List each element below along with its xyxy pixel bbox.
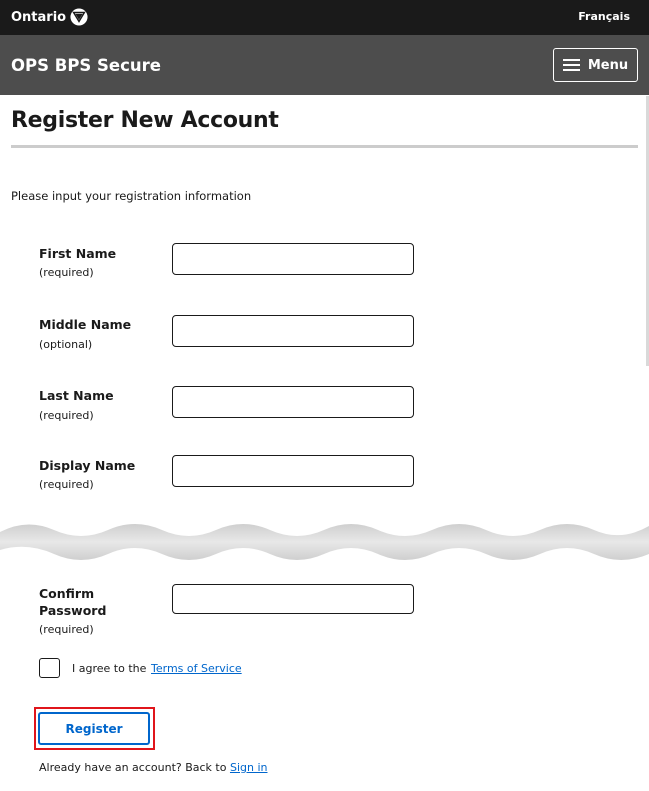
terms-of-service-link[interactable]: Terms of Service — [151, 662, 242, 675]
confirm-password-label-line2: Password — [39, 603, 107, 618]
content-break-separator — [0, 524, 649, 560]
menu-button[interactable]: Menu — [553, 48, 638, 82]
signin-prompt: Already have an account? Back to Sign in — [39, 761, 268, 774]
display-name-input[interactable] — [172, 455, 414, 487]
agree-terms-checkbox[interactable] — [39, 658, 60, 678]
app-header: OPS BPS Secure Menu — [0, 35, 649, 95]
signin-prompt-text: Already have an account? Back to — [39, 761, 227, 774]
confirm-password-hint: (required) — [39, 623, 94, 636]
intro-text: Please input your registration informati… — [11, 189, 252, 203]
first-name-label: First Name — [39, 246, 117, 261]
app-title: OPS BPS Secure — [11, 56, 161, 75]
ontario-trillium-icon — [70, 8, 88, 26]
page-title: Register New Account — [11, 108, 279, 133]
ontario-logo[interactable]: Ontario — [11, 8, 88, 26]
title-divider — [11, 145, 638, 148]
logo-text: Ontario — [11, 9, 67, 25]
middle-name-hint: (optional) — [39, 338, 93, 351]
first-name-input[interactable] — [172, 243, 414, 275]
sign-in-link[interactable]: Sign in — [230, 761, 268, 774]
first-name-hint: (required) — [39, 266, 94, 279]
hamburger-icon — [562, 59, 580, 71]
display-name-hint: (required) — [39, 478, 94, 491]
last-name-input[interactable] — [172, 386, 414, 418]
menu-label: Menu — [587, 57, 629, 73]
last-name-hint: (required) — [39, 409, 94, 422]
middle-name-label: Middle Name — [39, 317, 132, 332]
register-button[interactable]: Register — [38, 712, 150, 745]
middle-name-input[interactable] — [172, 315, 414, 347]
confirm-password-label-line1: Confirm — [39, 586, 95, 601]
language-toggle-link[interactable]: Français — [578, 10, 630, 23]
confirm-password-input[interactable] — [172, 584, 414, 614]
agree-terms-text: I agree to the — [72, 662, 147, 675]
last-name-label: Last Name — [39, 388, 114, 403]
confirm-password-label: Confirm Password — [39, 585, 106, 619]
top-bar: Ontario Français — [0, 0, 649, 35]
display-name-label: Display Name — [39, 458, 136, 473]
